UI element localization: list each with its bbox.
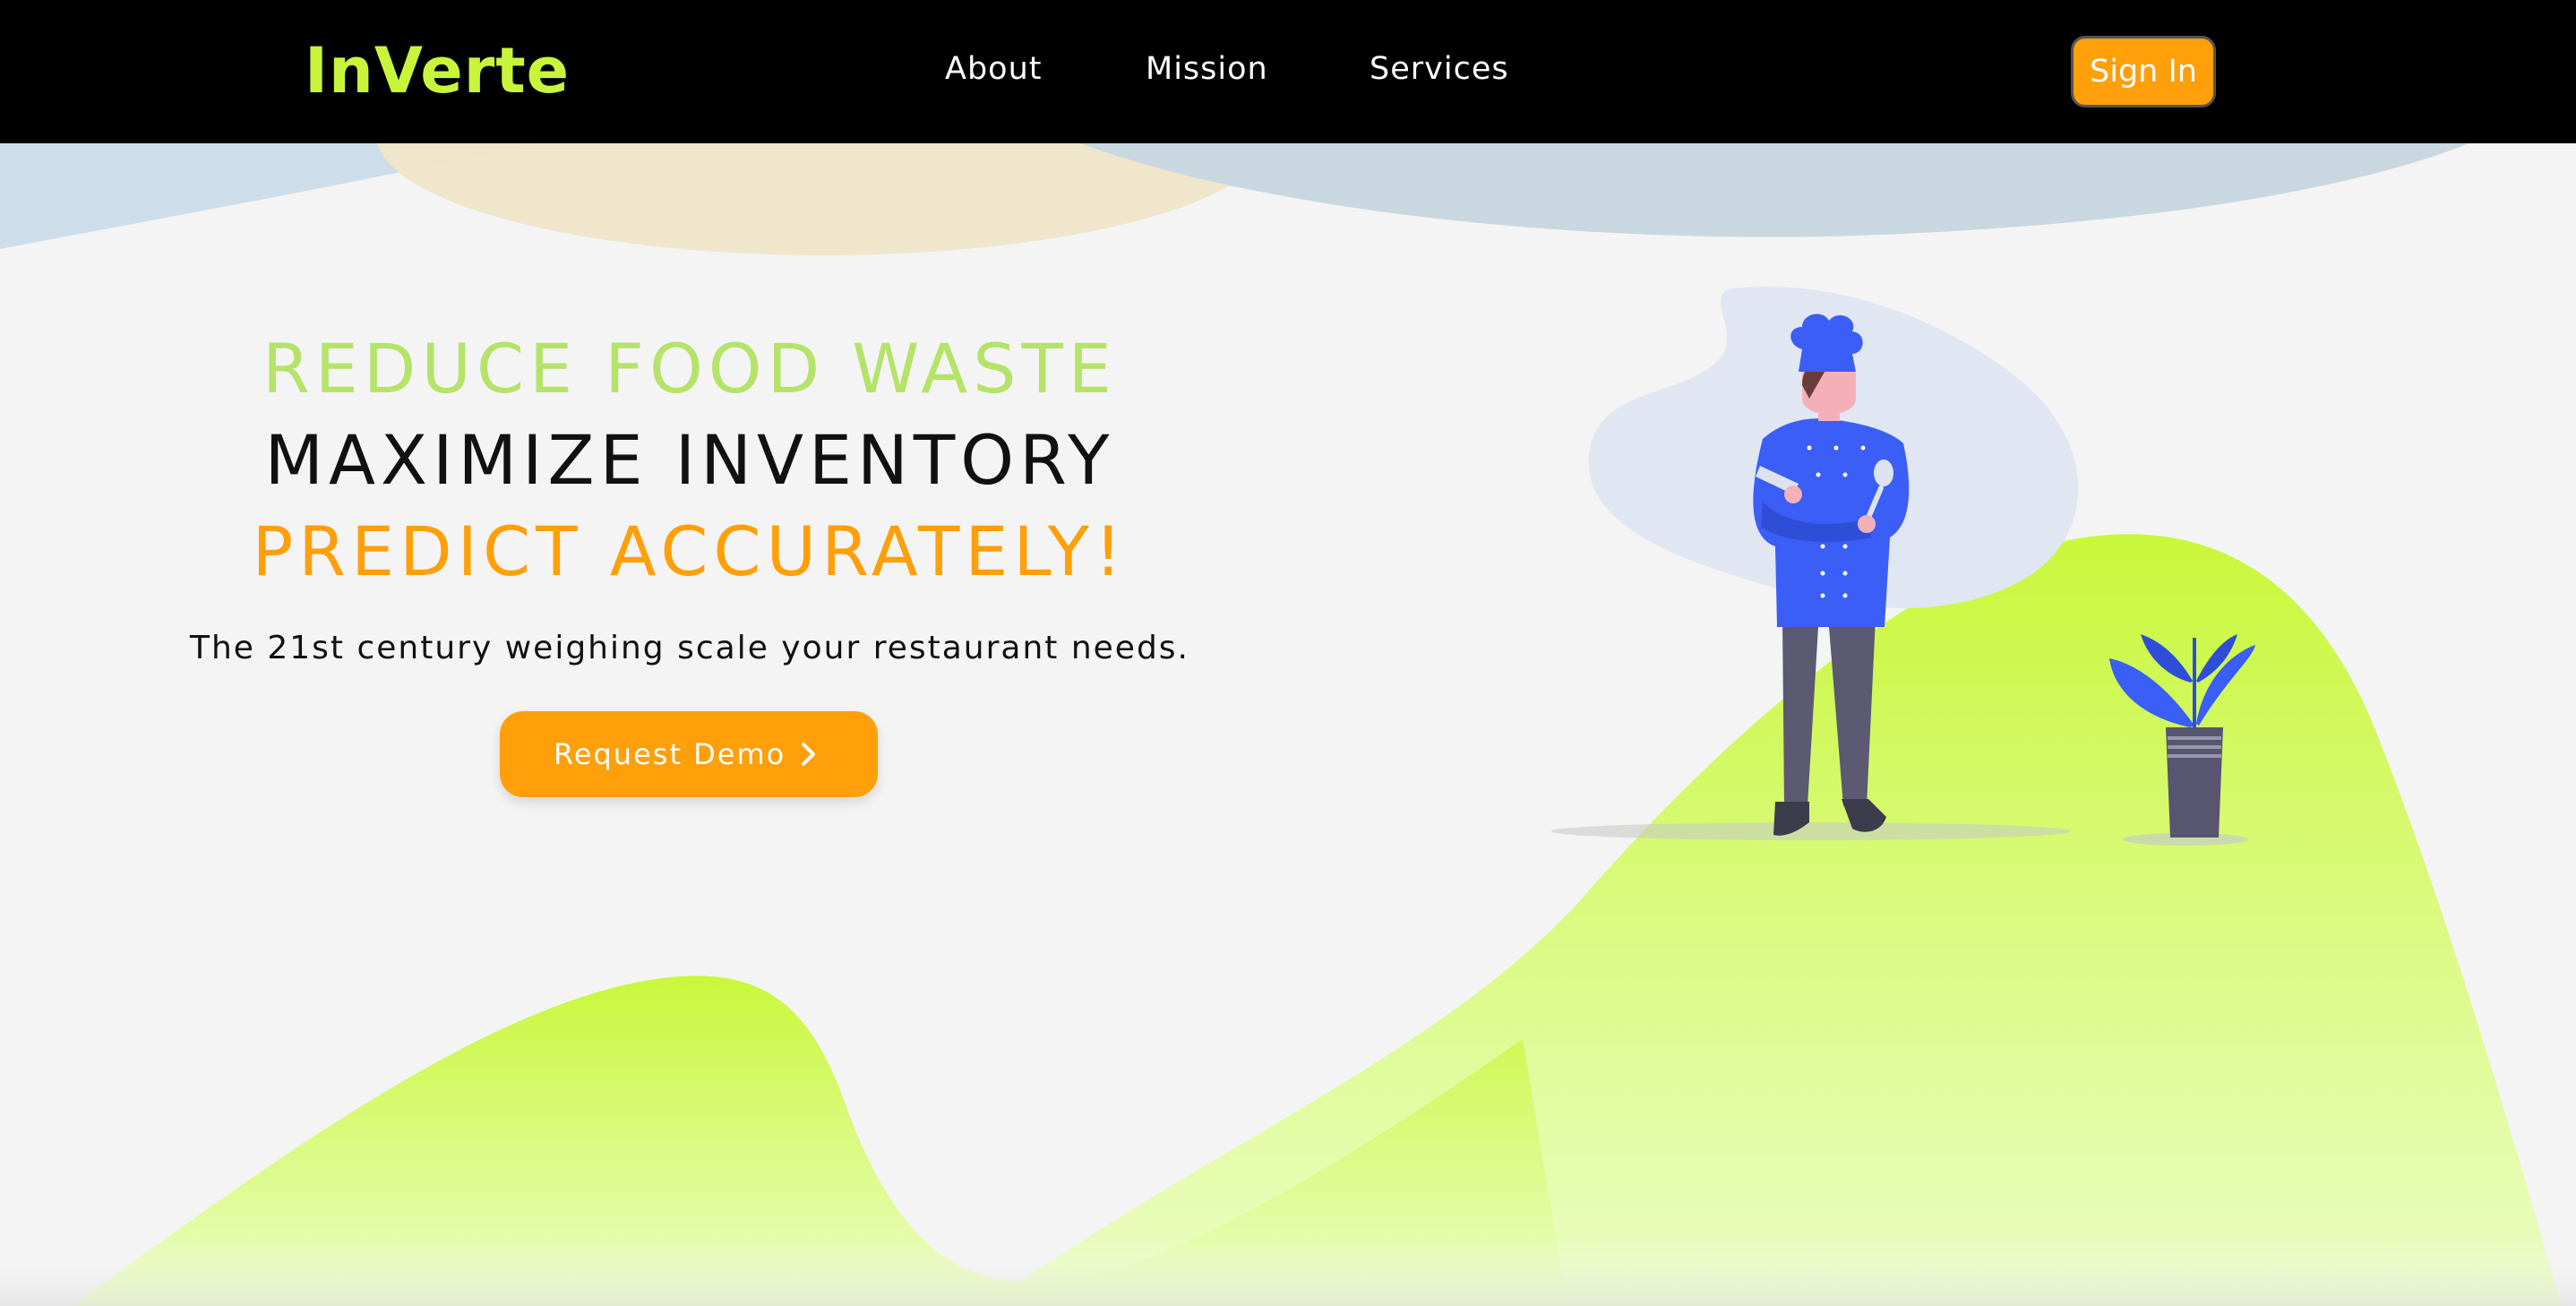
hero-headline-reduce: REDUCE FOOD WASTE (262, 329, 1117, 408)
nav-link-services[interactable]: Services (1370, 47, 1509, 91)
hero-headline-predict: PREDICT ACCURATELY! (252, 511, 1128, 591)
chef-ground-shadow (1551, 822, 2071, 840)
request-demo-button[interactable]: Request Demo (500, 711, 878, 797)
sign-in-button[interactable]: Sign In (2071, 36, 2216, 107)
potted-plant (2109, 634, 2255, 838)
hero-headline-maximize: MAXIMIZE INVENTORY (264, 420, 1115, 500)
top-navbar: InVerte About Mission Services Sign In (0, 0, 2576, 143)
nav-link-mission[interactable]: Mission (1146, 47, 1268, 91)
chevron-right-icon (802, 743, 815, 766)
brand-logo[interactable]: InVerte (305, 30, 570, 111)
hero-tagline: The 21st century weighing scale your res… (189, 630, 1190, 666)
nav-link-about[interactable]: About (945, 47, 1042, 91)
request-demo-label: Request Demo (554, 737, 786, 771)
